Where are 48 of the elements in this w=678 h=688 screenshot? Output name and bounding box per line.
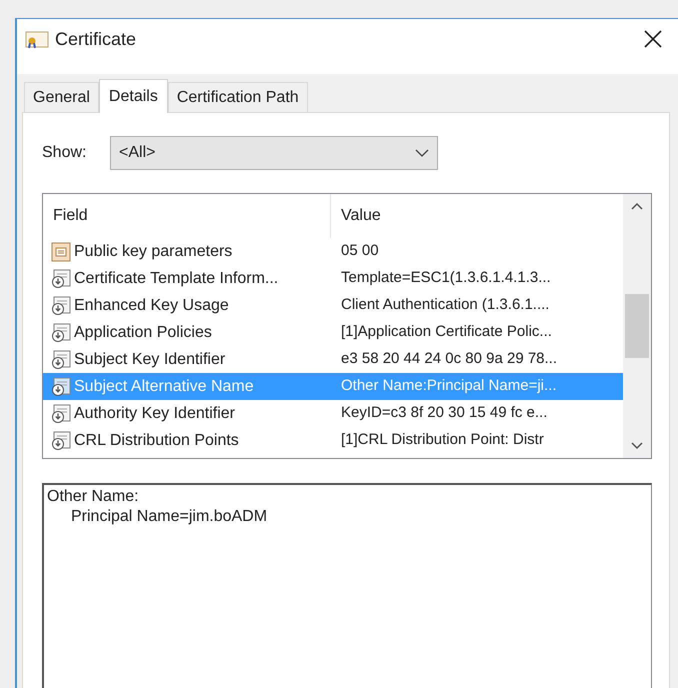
detail-line: Principal Name=jim.boADM — [70, 507, 268, 527]
field-value: Client Authentication (1.3.6.1.... — [340, 295, 550, 316]
close-icon — [644, 30, 662, 48]
field-value: e3 58 20 44 24 0c 80 9a 29 78... — [340, 349, 558, 370]
document-download-icon — [51, 430, 71, 450]
field-name: Subject Alternative Name — [73, 376, 255, 396]
tab[interactable]: General — [24, 82, 99, 112]
field-value: Template=ESC1(1.3.6.1.4.1.3... — [340, 268, 551, 288]
field-name: Authority Key Identifier — [73, 404, 236, 424]
document-download-icon — [51, 296, 71, 316]
field-value: [1]CRL Distribution Point: Distr — [340, 430, 544, 450]
chevron-down-icon — [415, 149, 429, 157]
window-title: Certificate — [55, 28, 136, 50]
column-header[interactable]: Value — [331, 194, 623, 238]
list-row[interactable]: Public key parameters 05 00 — [43, 238, 623, 265]
document-download-icon — [51, 268, 71, 288]
field-value: KeyID=c3 8f 20 30 15 49 fc e... — [340, 403, 548, 424]
field-name: CRL Distribution Points — [73, 430, 240, 450]
list-row[interactable]: Enhanced Key Usage Client Authentication (1.3.6.1.... — [43, 292, 623, 319]
column-header[interactable]: Field — [43, 194, 331, 238]
field-value: 05 00 — [340, 241, 379, 262]
document-icon — [51, 242, 71, 262]
tab[interactable]: Certification Path — [168, 82, 308, 112]
tab[interactable]: Details — [98, 79, 168, 113]
document-download-icon — [51, 322, 71, 342]
scrollbar[interactable] — [623, 194, 651, 458]
field-name: Certificate Template Inform... — [73, 268, 280, 288]
show-dropdown[interactable]: <All> — [110, 136, 438, 170]
certificate-icon — [25, 29, 49, 49]
document-download-icon — [51, 376, 71, 396]
show-label: Show: — [42, 143, 88, 163]
field-value: Other Name:Principal Name=ji... — [340, 376, 556, 396]
list-row[interactable]: CRL Distribution Points [1]CRL Distribution Point: Distr — [43, 427, 623, 454]
list-row[interactable]: Certificate Template Inform... Template=ESC1(1.3.6.1.4.1.3... — [43, 265, 623, 292]
field-name: Enhanced Key Usage — [73, 296, 230, 316]
field-value: [1]Application Certificate Polic... — [340, 322, 552, 342]
field-name: Public key parameters — [73, 242, 234, 262]
document-download-icon — [51, 404, 71, 424]
document-download-icon — [51, 350, 71, 370]
scroll-thumb[interactable] — [625, 294, 649, 358]
field-name: Subject Key Identifier — [73, 350, 226, 370]
list-row[interactable]: Authority Key Identifier KeyID=c3 8f 20 30 15 49 fc e... — [43, 400, 623, 427]
list-row[interactable]: Application Policies [1]Application Certificate Polic... — [43, 319, 623, 346]
scroll-up-icon — [631, 202, 643, 210]
detail-line: Other Name: — [47, 487, 140, 507]
list-row[interactable]: Subject Key Identifier e3 58 20 44 24 0c 80 9a 29 78... — [43, 346, 623, 373]
field-name: Application Policies — [73, 322, 213, 342]
scroll-down-icon — [631, 442, 643, 450]
